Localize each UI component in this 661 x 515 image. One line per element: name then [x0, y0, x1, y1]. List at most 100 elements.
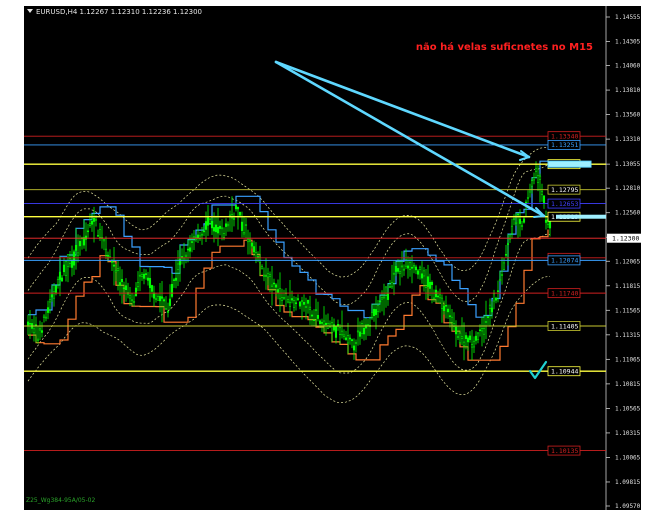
candle-body [464, 335, 468, 340]
candle-body [120, 279, 124, 283]
price-tick-label: 1.09570 [615, 503, 641, 510]
candle-body [498, 279, 502, 281]
candle-body [242, 232, 246, 235]
candle-body [174, 277, 178, 281]
candle-body [164, 308, 168, 310]
price-tick-label: 1.11315 [615, 332, 641, 339]
candle-body [156, 295, 160, 301]
candle-body [220, 227, 224, 230]
price-tick-label: 1.14305 [615, 39, 641, 46]
candle-body [144, 273, 148, 275]
candle-body [286, 299, 290, 303]
candle-body [388, 286, 392, 288]
candle-body [322, 320, 326, 326]
candle-body [426, 276, 430, 287]
chart-canvas[interactable]: 1.14555 1.14305 1.14060 1.13810 1.13560 1.133… [24, 6, 641, 510]
candle-body [484, 320, 488, 323]
candle-body [522, 218, 526, 223]
candle-body [58, 271, 62, 280]
candle-body [496, 290, 500, 292]
candle-body [458, 332, 462, 344]
candle-body [182, 257, 186, 261]
candle-body [210, 220, 214, 229]
chart-window[interactable]: 1.14555 1.14305 1.14060 1.13810 1.13560 1.133… [24, 6, 641, 510]
candle-body [294, 302, 298, 304]
price-tick-label: 1.12810 [615, 185, 641, 192]
level-label: 1.11405 [551, 322, 578, 330]
candle-body [70, 260, 74, 268]
indicator-footer: Z25_Wg384-95A/05-02 [26, 497, 96, 504]
dropdown-triangle-icon[interactable] [27, 9, 33, 13]
candle-body [358, 331, 362, 337]
level-label: 1.12795 [551, 186, 578, 194]
candle-body [264, 275, 268, 277]
candle-body [86, 230, 90, 233]
candle-body [162, 299, 166, 302]
candle-body [244, 224, 248, 227]
symbol-quote: EURUSD,H4 1.12267 1.12310 1.12236 1.1230… [36, 8, 202, 16]
candle-body [270, 284, 274, 287]
candle-body [430, 281, 434, 286]
candle-body [514, 222, 518, 224]
candle-body [158, 296, 162, 302]
candle-body [52, 291, 56, 299]
price-tick-label: 1.10815 [615, 381, 641, 388]
candle-body [350, 339, 354, 342]
candle-body [490, 307, 494, 313]
candle-body [272, 282, 276, 285]
candle-body [428, 281, 432, 289]
chart-annotation: não há velas suficnetes no M15 [415, 42, 593, 53]
candle-body [360, 323, 364, 334]
price-tick-label: 1.10065 [615, 454, 641, 461]
candle-body [56, 279, 60, 285]
candle-body [406, 265, 410, 269]
candle-body [460, 336, 464, 339]
candle-body [382, 296, 386, 299]
candle-body [114, 270, 118, 273]
candle-body [440, 297, 444, 309]
candle-body [378, 300, 382, 303]
candle-body [524, 201, 528, 204]
target-level-marker [547, 160, 592, 168]
candle-body [328, 323, 332, 328]
candle-body [90, 220, 94, 225]
candle-body [408, 262, 412, 270]
candle-body [386, 293, 390, 300]
candle-body [302, 301, 306, 305]
candle-body [364, 324, 368, 329]
level-label: 1.13340 [551, 132, 578, 140]
candle-body [218, 225, 222, 229]
candle-body [68, 258, 72, 264]
candle-body [338, 327, 342, 335]
level-label: 1.11740 [551, 289, 578, 297]
candle-body [370, 312, 374, 318]
candle-body [482, 327, 486, 335]
candle-body [166, 311, 170, 313]
candle-body [240, 221, 244, 231]
chart-header: EURUSD,H4 1.12267 1.12310 1.12236 1.1230… [27, 8, 202, 16]
level-label: 1.12074 [551, 257, 578, 265]
price-tick-label: 1.13310 [615, 136, 641, 143]
candle-body [520, 225, 524, 227]
candle-body [128, 295, 132, 299]
candle-body [72, 251, 76, 266]
checkmark-icon [528, 360, 548, 380]
candle-body [148, 278, 152, 289]
candle-body [342, 334, 346, 337]
candle-body [106, 254, 110, 257]
candle-body [124, 285, 128, 291]
candle-body [38, 328, 42, 331]
candle-body [260, 266, 264, 270]
price-tick-label: 1.11065 [615, 356, 641, 363]
candle-body [312, 319, 316, 322]
candle-body [238, 211, 242, 216]
candle-body [536, 175, 540, 183]
candle-body [376, 305, 380, 312]
candle-body [410, 266, 414, 269]
candle-body [480, 328, 484, 332]
candle-body [538, 175, 542, 180]
candle-body [366, 324, 370, 326]
candle-body [228, 214, 232, 217]
candle-body [46, 307, 50, 313]
candle-body [462, 341, 466, 346]
